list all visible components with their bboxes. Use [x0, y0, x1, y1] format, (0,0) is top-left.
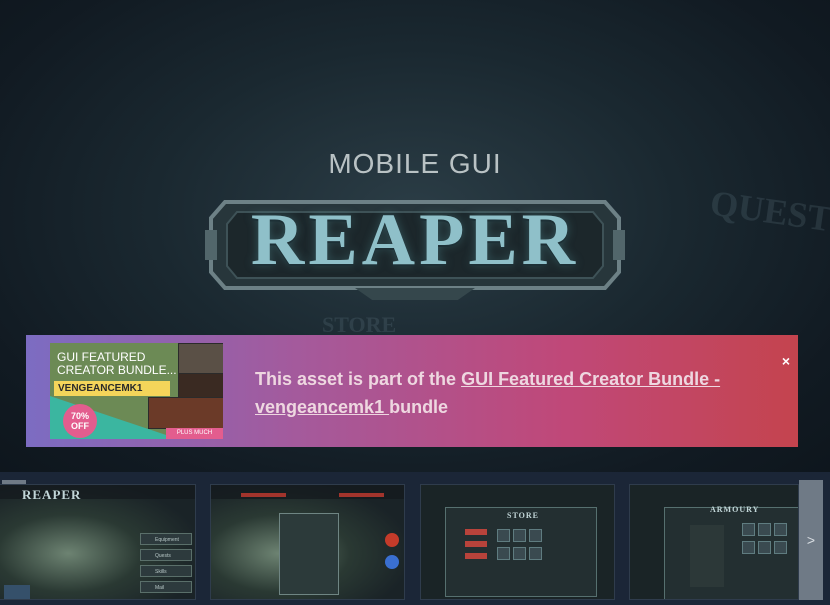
close-icon[interactable]: × — [782, 353, 790, 369]
thumb-side-button — [465, 529, 487, 535]
gallery-thumb[interactable]: ARMOURY — [629, 484, 799, 600]
thumb-slot — [742, 523, 755, 536]
thumb-slot — [513, 529, 526, 542]
bundle-message: This asset is part of the GUI Featured C… — [255, 365, 735, 421]
thumb-slot — [742, 541, 755, 554]
thumb-side-button — [465, 541, 487, 547]
thumb-menu-item: Mail — [140, 581, 192, 593]
thumb-slot — [758, 523, 771, 536]
thumb-slot — [513, 547, 526, 560]
gallery-thumb[interactable]: STORE — [420, 484, 615, 600]
discount-badge: 70% OFF — [63, 404, 97, 438]
thumb-menu-item: Quests — [140, 549, 192, 561]
bundle-image[interactable]: GUI FEATURED CREATOR BUNDLE... VENGEANCE… — [50, 343, 223, 439]
bundle-more-label: PLUS MUCH MORE... — [166, 428, 223, 439]
gallery-thumb[interactable] — [210, 484, 405, 600]
thumb-slot — [758, 541, 771, 554]
thumb-dialog — [279, 513, 339, 595]
thumb-skill-icon — [385, 533, 399, 547]
bundle-tile — [178, 343, 223, 375]
thumb-slot — [497, 529, 510, 542]
thumb-health-bar — [339, 493, 384, 497]
hero-title: REAPER — [250, 199, 580, 281]
thumb-corner-icon — [4, 585, 30, 599]
thumb-slot — [529, 529, 542, 542]
thumb-slot — [529, 547, 542, 560]
thumb-health-bar — [241, 493, 286, 497]
hero-subtitle: MOBILE GUI — [328, 148, 502, 179]
bundle-banner: GUI FEATURED CREATOR BUNDLE... VENGEANCE… — [26, 335, 798, 447]
gallery-next-button[interactable]: > — [799, 480, 823, 600]
bundle-tile — [148, 397, 223, 429]
thumb-menu-item: Skills — [140, 565, 192, 577]
thumb-skill-icon — [385, 555, 399, 569]
thumb-title: REAPER — [22, 487, 82, 502]
thumb-slot — [774, 541, 787, 554]
bundle-message-prefix: This asset is part of the — [255, 369, 462, 389]
bundle-image-title: GUI FEATURED CREATOR BUNDLE... — [57, 350, 177, 377]
thumb-slot — [774, 523, 787, 536]
thumb-menu-item: Equipment — [140, 533, 192, 545]
thumb-title: STORE — [507, 511, 539, 520]
thumb-character — [690, 525, 724, 587]
gallery-thumb[interactable]: REAPER Equipment Quests Skills Mail — [0, 484, 196, 600]
thumb-title: ARMOURY — [710, 505, 760, 514]
bundle-message-suffix: bundle — [389, 397, 449, 417]
thumb-side-button — [465, 553, 487, 559]
thumb-slot — [497, 547, 510, 560]
bundle-image-creator: VENGEANCEMK1 — [54, 381, 170, 396]
